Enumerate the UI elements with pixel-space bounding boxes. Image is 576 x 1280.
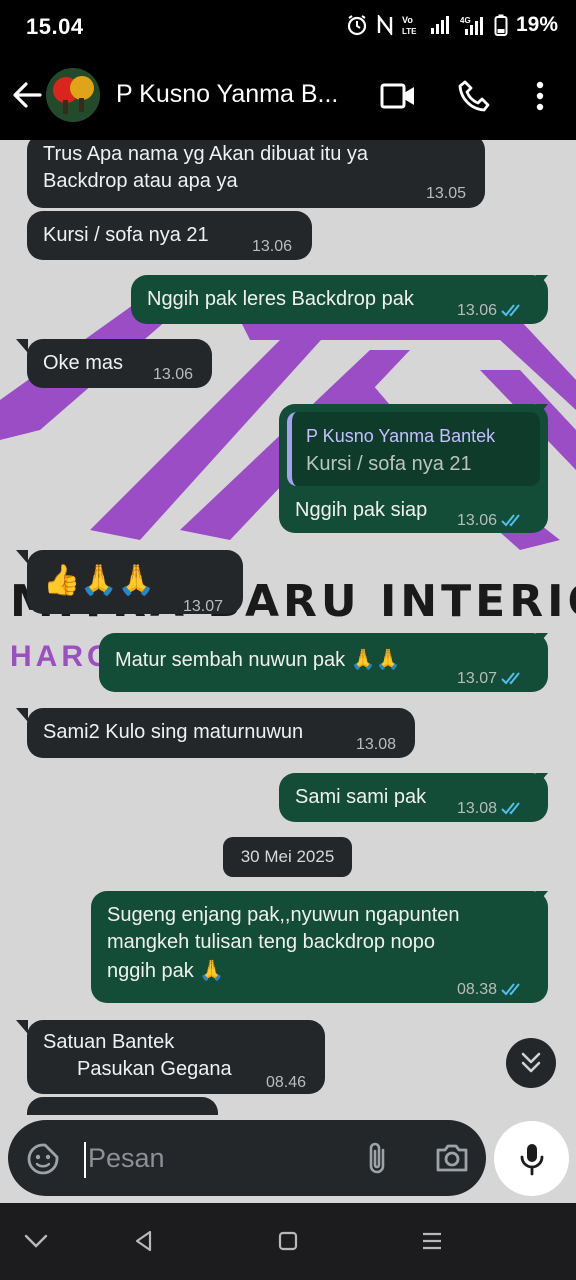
chat-area[interactable]: MITRA BARU INTERIOR HARGA ... AN Trus Ap…	[0, 140, 576, 1115]
message-time-read: 13.07	[457, 665, 525, 695]
message-time: 13.07	[183, 598, 224, 615]
quoted-text: Kursi / sofa nya 21	[306, 453, 472, 475]
message-incoming[interactable]: Oke mas 13.06	[27, 339, 212, 388]
svg-text:Vo: Vo	[402, 15, 413, 25]
message-text-line: Pasukan Gegana	[77, 1058, 232, 1080]
status-bar: 15.04 Vo LTE 4G 19%	[0, 0, 576, 54]
video-call-icon[interactable]	[378, 76, 418, 116]
message-time: 13.06	[153, 366, 194, 383]
message-time: 13.05	[426, 185, 467, 202]
nav-home-icon[interactable]	[272, 1225, 304, 1257]
status-icons: Vo LTE 4G 19%	[346, 13, 558, 37]
read-ticks-icon	[501, 667, 525, 695]
message-incoming[interactable]: Trus Apa nama yg Akan dibuat itu ya Back…	[27, 140, 485, 208]
microphone-icon	[520, 1143, 543, 1175]
volte-icon: Vo LTE	[402, 14, 422, 36]
contact-avatar[interactable]	[46, 68, 100, 122]
message-time: 13.06	[457, 512, 498, 529]
bubble-tail	[16, 339, 28, 353]
quoted-message[interactable]: P Kusno Yanma Bantek Kursi / sofa nya 21	[287, 412, 540, 486]
message-time: 08.38	[457, 981, 498, 998]
back-arrow-icon[interactable]	[10, 78, 44, 112]
nfc-icon	[376, 15, 394, 35]
message-time: 13.08	[356, 736, 397, 753]
svg-text:LTE: LTE	[402, 27, 417, 36]
message-time-read: 13.08	[457, 795, 525, 825]
message-text: Oke mas	[43, 352, 124, 374]
read-ticks-icon	[501, 509, 525, 537]
message-input-bar: Pesan	[0, 1115, 576, 1203]
voice-message-button[interactable]	[494, 1121, 569, 1196]
nav-hide-icon[interactable]	[20, 1225, 52, 1257]
message-outgoing[interactable]: Sami sami pak 13.08	[279, 773, 548, 822]
message-field[interactable]: Pesan	[8, 1120, 486, 1196]
contact-name[interactable]: P Kusno Yanma B...	[116, 80, 338, 109]
message-text-line: Sugeng enjang pak,,nyuwun ngapunten	[107, 904, 460, 926]
bubble-tail	[16, 550, 28, 564]
message-time-read: 13.06	[457, 297, 525, 327]
bubble-tail	[16, 708, 28, 722]
message-time: 08.46	[266, 1074, 307, 1091]
message-incoming[interactable]: Satuan Bantek Pasukan Gegana 08.46	[27, 1020, 325, 1094]
double-chevron-down-icon	[521, 1052, 541, 1073]
more-options-icon[interactable]	[520, 76, 560, 116]
message-time-read: 08.38	[457, 976, 525, 1006]
message-outgoing-reply[interactable]: P Kusno Yanma Bantek Kursi / sofa nya 21…	[279, 404, 548, 533]
alarm-icon	[346, 14, 368, 36]
system-nav-bar	[0, 1203, 576, 1280]
message-text-line: mangkeh tulisan teng backdrop nopo	[107, 931, 436, 953]
text-caret	[84, 1142, 86, 1178]
message-text: Nggih pak siap	[295, 499, 428, 521]
read-ticks-icon	[501, 299, 525, 327]
read-ticks-icon	[501, 978, 525, 1006]
message-time-read: 13.06	[457, 507, 525, 537]
chat-header: P Kusno Yanma B...	[0, 54, 576, 140]
attach-icon[interactable]	[364, 1140, 390, 1183]
sticker-icon[interactable]	[26, 1142, 60, 1181]
message-text: Sami sami pak	[295, 786, 427, 808]
message-incoming-partial[interactable]	[27, 1097, 218, 1115]
message-text: Matur sembah nuwun pak 🙏🙏	[115, 649, 401, 671]
quoted-sender: P Kusno Yanma Bantek	[306, 426, 496, 446]
message-time: 13.08	[457, 800, 498, 817]
message-text-line: Trus Apa nama yg Akan dibuat itu ya	[43, 143, 369, 165]
message-text: Kursi / sofa nya 21	[43, 224, 209, 246]
camera-icon[interactable]	[434, 1142, 470, 1179]
message-incoming[interactable]: Kursi / sofa nya 21 13.06	[27, 211, 312, 260]
message-incoming[interactable]: 👍🙏🙏 13.07	[27, 550, 243, 615]
signal-4g-icon: 4G	[460, 15, 486, 35]
status-time: 15.04	[26, 14, 84, 39]
message-text-line: Backdrop atau apa ya	[43, 170, 238, 192]
message-text: Sami2 Kulo sing maturnuwun	[43, 721, 304, 743]
battery-icon	[494, 14, 508, 36]
message-time: 13.06	[457, 302, 498, 319]
message-outgoing[interactable]: Sugeng enjang pak,,nyuwun ngapunten mang…	[91, 891, 548, 1003]
message-text: Nggih pak leres Backdrop pak	[147, 288, 414, 310]
scroll-to-bottom-button[interactable]	[506, 1038, 556, 1088]
read-ticks-icon	[501, 797, 525, 825]
nav-back-icon[interactable]	[128, 1225, 160, 1257]
message-incoming[interactable]: Sami2 Kulo sing maturnuwun 13.08	[27, 708, 415, 758]
message-time: 13.06	[252, 238, 293, 255]
nav-recents-icon[interactable]	[416, 1225, 448, 1257]
svg-text:4G: 4G	[460, 16, 471, 25]
message-outgoing[interactable]: Matur sembah nuwun pak 🙏🙏 13.07	[99, 633, 548, 692]
message-outgoing[interactable]: Nggih pak leres Backdrop pak 13.06	[131, 275, 548, 324]
message-time: 13.07	[457, 670, 498, 687]
bubble-tail	[16, 1020, 28, 1034]
message-text-line: Satuan Bantek	[43, 1031, 175, 1053]
battery-percent: 19%	[515, 13, 558, 36]
date-separator: 30 Mei 2025	[223, 837, 352, 877]
phone-icon[interactable]	[454, 76, 494, 116]
message-text-line: nggih pak 🙏	[107, 960, 225, 982]
signal-icon	[430, 16, 452, 34]
message-input-placeholder[interactable]: Pesan	[88, 1143, 165, 1174]
message-emoji: 👍🙏🙏	[43, 564, 156, 597]
